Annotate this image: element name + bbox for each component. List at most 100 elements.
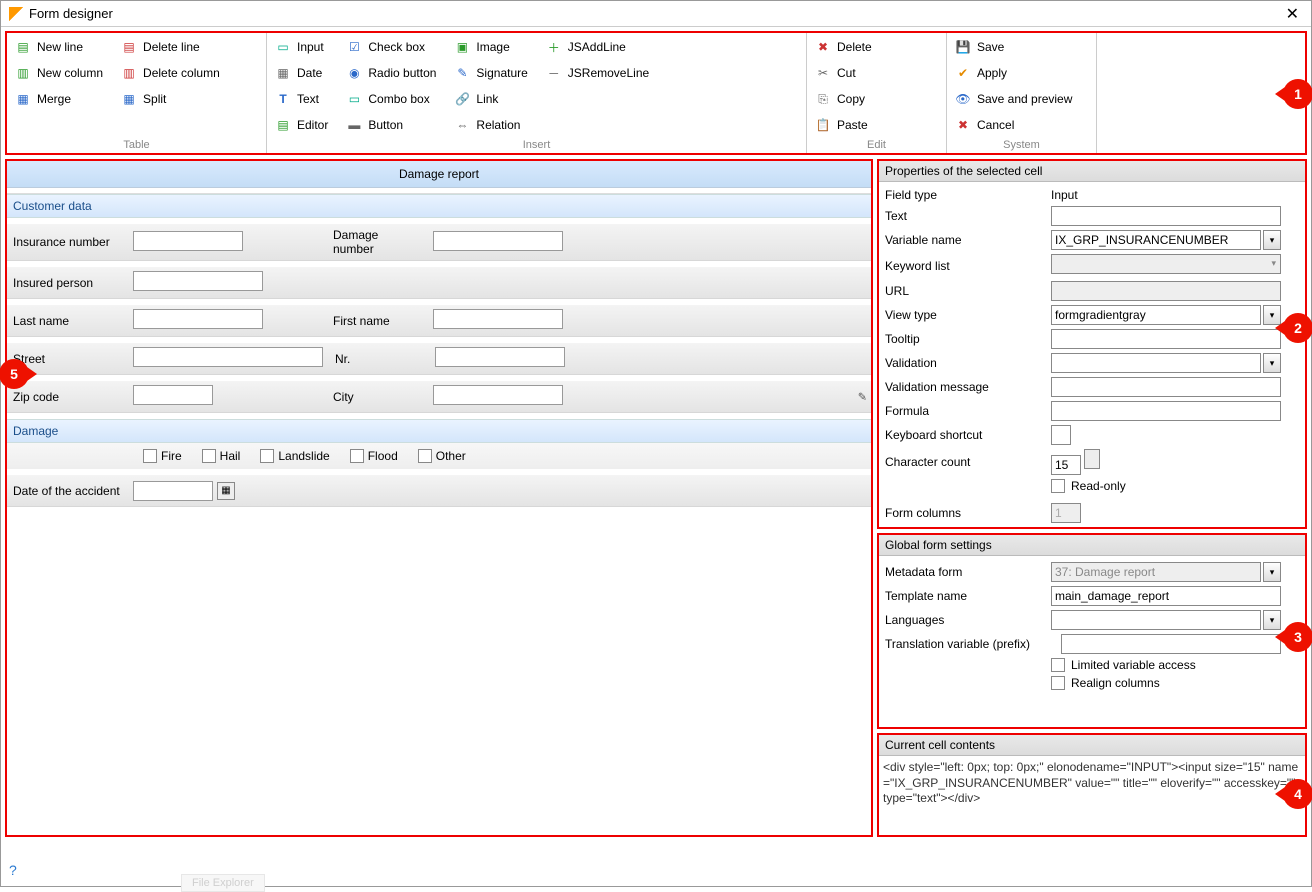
limited-access-check[interactable]: Limited variable access (1051, 658, 1299, 672)
checkbox-button[interactable]: ☑Check box (346, 37, 436, 57)
check-fire[interactable]: Fire (143, 449, 182, 463)
input-city[interactable] (433, 385, 563, 405)
input-damage-number[interactable] (433, 231, 563, 251)
keyword-list-select[interactable]: ▾ (1051, 254, 1281, 274)
row-street[interactable]: Street Nr. (7, 343, 871, 375)
input-zip[interactable] (133, 385, 213, 405)
row-name[interactable]: Last name First name (7, 305, 871, 337)
variable-name-input[interactable] (1051, 230, 1261, 250)
split-button[interactable]: ▦Split (121, 89, 220, 109)
languages-input[interactable] (1051, 610, 1261, 630)
merge-button[interactable]: ▦Merge (15, 89, 103, 109)
template-name-input[interactable] (1051, 586, 1281, 606)
input-insured-person[interactable] (133, 271, 263, 291)
close-icon[interactable]: ✕ (1282, 4, 1303, 24)
save-preview-button[interactable]: 👁Save and preview (955, 89, 1072, 109)
realign-check[interactable]: Realign columns (1051, 676, 1299, 690)
form-columns-input (1051, 503, 1081, 523)
char-count-input[interactable] (1051, 455, 1081, 475)
label-city: City (327, 386, 427, 408)
check-landslide[interactable]: Landslide (260, 449, 329, 463)
checkbox-icon (1051, 658, 1065, 672)
apply-icon: ✔ (955, 65, 971, 81)
plus-row-icon: ▤ (15, 39, 31, 55)
checkbox-icon (1051, 676, 1065, 690)
combo-button[interactable]: ▭Combo box (346, 89, 436, 109)
editor-icon: ▤ (275, 117, 291, 133)
date-button[interactable]: ▦Date (275, 63, 328, 83)
input-last-name[interactable] (133, 309, 263, 329)
new-line-button[interactable]: ▤New line (15, 37, 103, 57)
cancel-button[interactable]: ✖Cancel (955, 115, 1072, 135)
jsremove-icon: － (546, 65, 562, 81)
view-type-input[interactable] (1051, 305, 1261, 325)
ribbon-group-label: Insert (267, 139, 806, 151)
pencil-icon[interactable]: ✎ (858, 390, 867, 403)
delete-button[interactable]: ✖Delete (815, 37, 872, 57)
ribbon-group-table: ▤New line ▥New column ▦Merge ▤Delete lin… (7, 33, 267, 153)
delete-icon: ✖ (815, 39, 831, 55)
signature-button[interactable]: ✎Signature (454, 63, 527, 83)
dropdown-icon[interactable]: ▾ (1263, 230, 1281, 250)
dropdown-icon[interactable]: ▾ (1263, 353, 1281, 373)
check-other[interactable]: Other (418, 449, 466, 463)
copy-button[interactable]: ⎘Copy (815, 89, 872, 109)
editor-button[interactable]: ▤Editor (275, 115, 328, 135)
char-count-extra (1084, 449, 1100, 469)
del-col-icon: ▥ (121, 65, 137, 81)
input-icon: ▭ (275, 39, 291, 55)
link-button[interactable]: 🔗Link (454, 89, 527, 109)
calendar-icon[interactable]: ▦ (217, 482, 235, 500)
delete-line-button[interactable]: ▤Delete line (121, 37, 220, 57)
cut-button[interactable]: ✂Cut (815, 63, 872, 83)
row-insurance[interactable]: Insurance number Damage number (7, 224, 871, 261)
check-hail[interactable]: Hail (202, 449, 241, 463)
dropdown-icon[interactable]: ▾ (1263, 610, 1281, 630)
row-insured-person[interactable]: Insured person (7, 267, 871, 299)
input-date-accident[interactable] (133, 481, 213, 501)
button-icon: ▬ (346, 117, 362, 133)
file-explorer-ghost: File Explorer (181, 874, 265, 892)
properties-title: Properties of the selected cell (879, 161, 1305, 182)
input-insurance-number[interactable] (133, 231, 243, 251)
formula-input[interactable] (1051, 401, 1281, 421)
image-button[interactable]: ▣Image (454, 37, 527, 57)
help-icon[interactable]: ? (9, 862, 17, 878)
readonly-check[interactable]: Read-only (1051, 479, 1299, 493)
radio-button[interactable]: ◉Radio button (346, 63, 436, 83)
input-nr[interactable] (435, 347, 565, 367)
input-button[interactable]: ▭Input (275, 37, 328, 57)
properties-panel: Properties of the selected cell Field ty… (877, 159, 1307, 529)
text-input[interactable] (1051, 206, 1281, 226)
shortcut-input[interactable] (1051, 425, 1071, 445)
tooltip-input[interactable] (1051, 329, 1281, 349)
paste-button[interactable]: 📋Paste (815, 115, 872, 135)
label-damage-number: Damage number (327, 224, 427, 260)
row-accident-date[interactable]: Date of the accident ▦ (7, 475, 871, 507)
cut-icon: ✂ (815, 65, 831, 81)
checkbox-icon (418, 449, 432, 463)
checkbox-icon (202, 449, 216, 463)
cell-contents-title: Current cell contents (879, 735, 1305, 756)
jsaddline-button[interactable]: ＋JSAddLine (546, 37, 649, 57)
new-column-button[interactable]: ▥New column (15, 63, 103, 83)
validation-input[interactable] (1051, 353, 1261, 373)
relation-button[interactable]: ⇔Relation (454, 115, 527, 135)
row-zip[interactable]: Zip code City ✎ (7, 381, 871, 413)
input-street[interactable] (133, 347, 323, 367)
text-button[interactable]: TText (275, 89, 328, 109)
delete-column-button[interactable]: ▥Delete column (121, 63, 220, 83)
label-nr: Nr. (329, 348, 429, 370)
validation-msg-input[interactable] (1051, 377, 1281, 397)
apply-button[interactable]: ✔Apply (955, 63, 1072, 83)
dropdown-icon[interactable]: ▾ (1263, 562, 1281, 582)
save-button[interactable]: 💾Save (955, 37, 1072, 57)
check-flood[interactable]: Flood (350, 449, 398, 463)
plus-col-icon: ▥ (15, 65, 31, 81)
row-damage-types: Fire Hail Landslide Flood Other (7, 443, 871, 469)
button-button[interactable]: ▬Button (346, 115, 436, 135)
trans-prefix-input[interactable] (1061, 634, 1281, 654)
input-first-name[interactable] (433, 309, 563, 329)
jsremoveline-button[interactable]: －JSRemoveLine (546, 63, 649, 83)
form-title: Damage report (7, 161, 871, 188)
